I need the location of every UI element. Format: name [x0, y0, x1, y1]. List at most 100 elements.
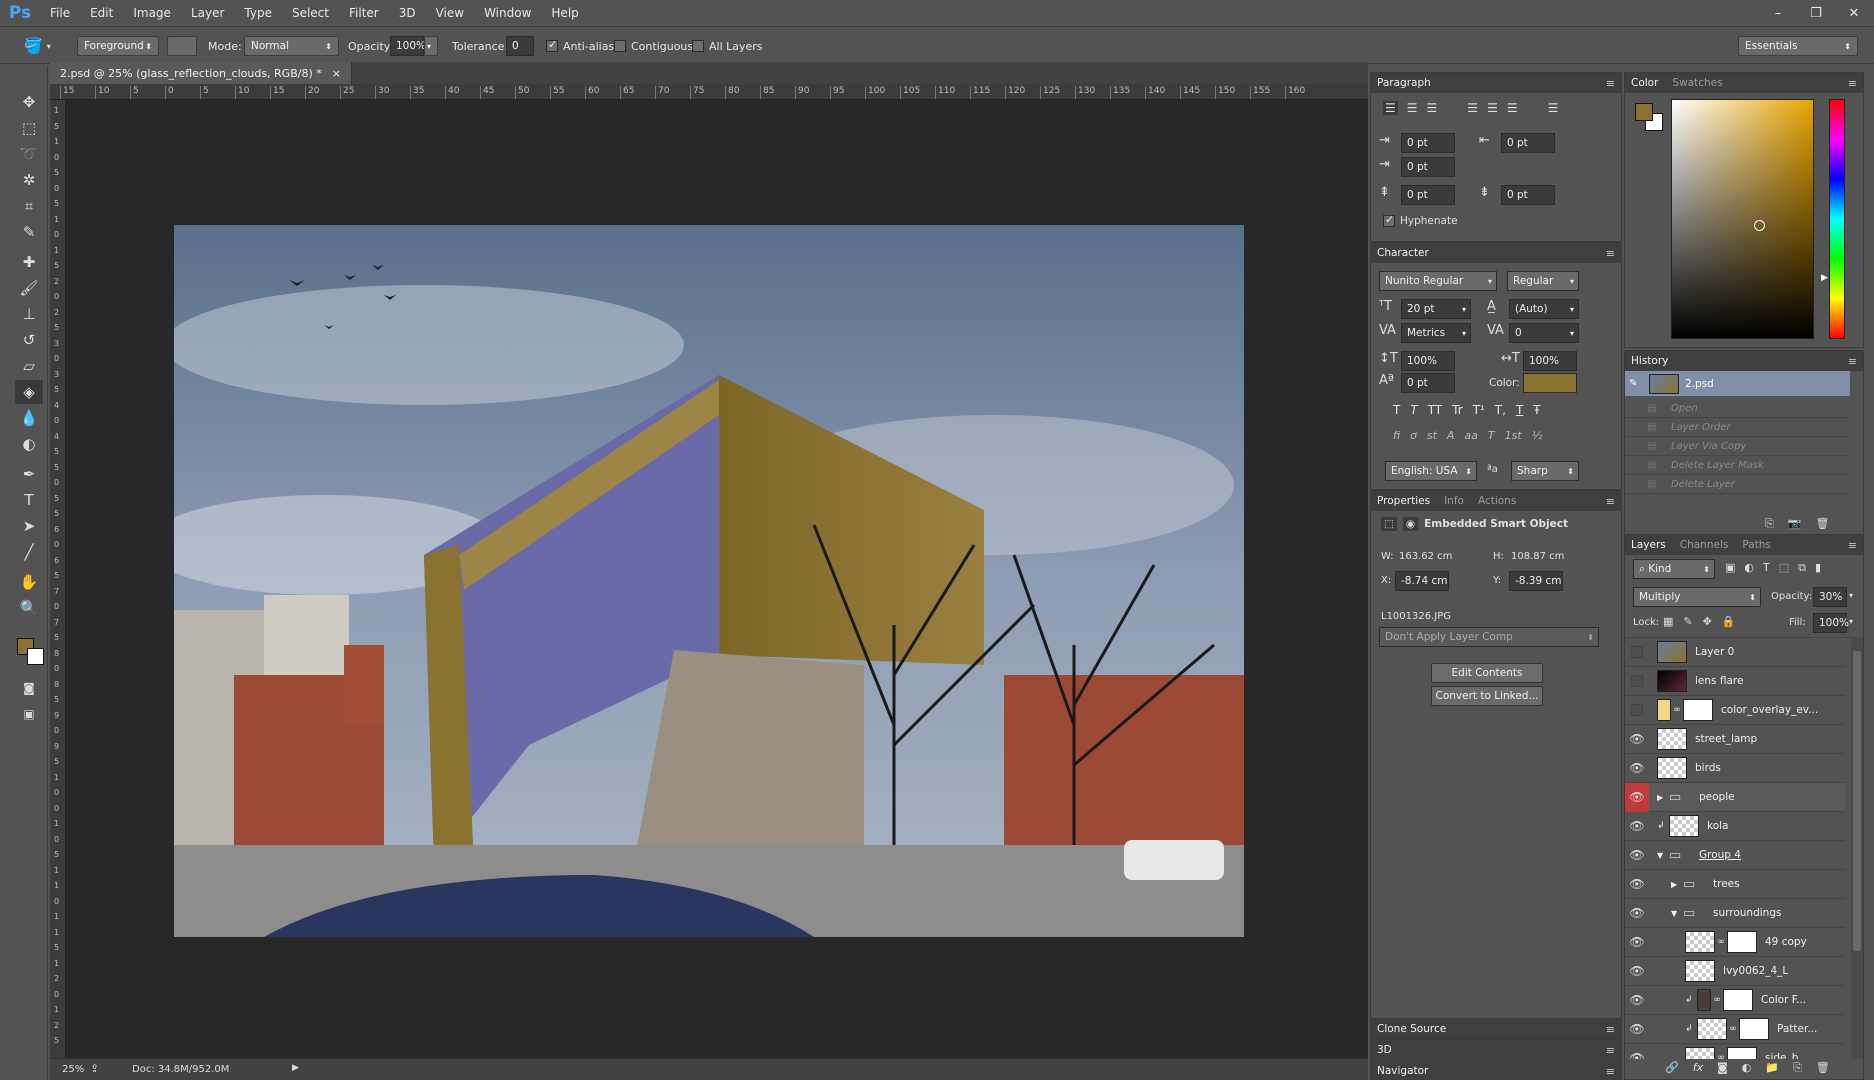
- layer-row[interactable]: 👁 street_lamp: [1625, 725, 1845, 754]
- color-picker-cursor[interactable]: [1754, 220, 1765, 231]
- zoom-level[interactable]: 25%: [62, 1064, 84, 1075]
- layer-filter-select[interactable]: ⌕ Kind ⬍: [1633, 559, 1715, 579]
- discretionary-ligatures-button[interactable]: st: [1427, 429, 1437, 442]
- tab-paths[interactable]: Paths: [1742, 539, 1771, 551]
- visibility-eye-icon[interactable]: 👁: [1625, 819, 1649, 833]
- layer-mask-thumbnail[interactable]: [1727, 931, 1757, 953]
- font-style-select[interactable]: Regular ▾: [1507, 271, 1579, 291]
- adjustment-layer-icon[interactable]: ◐: [1742, 1061, 1752, 1075]
- menu-filter[interactable]: Filter: [339, 0, 389, 27]
- menu-window[interactable]: Window: [474, 0, 541, 27]
- panel-menu-icon[interactable]: ≡: [1606, 495, 1615, 508]
- leading-input[interactable]: (Auto) ▾: [1509, 299, 1579, 319]
- hue-slider-handle-icon[interactable]: ▶: [1821, 273, 1828, 283]
- menu-3d[interactable]: 3D: [389, 0, 426, 27]
- layer-row[interactable]: ∞ color_overlay_ev...: [1625, 696, 1845, 725]
- clone-source-panel[interactable]: Clone Source ≡: [1370, 1018, 1622, 1039]
- workspace-select[interactable]: Essentials ⬍: [1738, 36, 1858, 56]
- visibility-eye-icon[interactable]: [1631, 675, 1643, 687]
- quick-mask-icon[interactable]: ◙: [15, 676, 43, 700]
- filter-smart-object-icon[interactable]: ⧉: [1798, 561, 1806, 575]
- mask-link-icon[interactable]: ∞: [1715, 937, 1727, 947]
- move-tool-icon[interactable]: ✥: [15, 90, 43, 114]
- expanded-arrow-icon[interactable]: ▼: [1671, 909, 1683, 918]
- panel-menu-icon[interactable]: ≡: [1848, 539, 1857, 552]
- layers-scrollbar-thumb[interactable]: [1853, 651, 1861, 951]
- document-tab[interactable]: 2.psd @ 25% (glass_reflection_clouds, RG…: [50, 62, 352, 84]
- panel-menu-icon[interactable]: ≡: [1606, 247, 1615, 260]
- layer-row[interactable]: 👁 ↲ ∞ Patter...: [1625, 1015, 1845, 1044]
- layer-row[interactable]: 👁 ∞ 49 copy: [1625, 928, 1845, 957]
- layer-row[interactable]: 👁 birds: [1625, 754, 1845, 783]
- vertical-scale-input[interactable]: 100%: [1401, 351, 1455, 371]
- crop-tool-icon[interactable]: ⌗: [15, 194, 43, 218]
- visibility-eye-icon[interactable]: 👁: [1625, 906, 1649, 920]
- visibility-eye-icon[interactable]: 👁: [1625, 993, 1649, 1007]
- tab-color[interactable]: Color: [1631, 77, 1658, 89]
- indent-first-line-input[interactable]: 0 pt: [1401, 157, 1455, 177]
- visibility-eye-icon[interactable]: 👁: [1625, 782, 1649, 812]
- canvas-area[interactable]: [66, 100, 1368, 1058]
- strikethrough-button[interactable]: Ŧ: [1533, 403, 1540, 417]
- lock-all-icon[interactable]: 🔒: [1722, 615, 1736, 628]
- visibility-eye-icon[interactable]: 👁: [1625, 848, 1649, 862]
- tolerance-input[interactable]: 0: [506, 36, 534, 56]
- layer-row[interactable]: lens flare: [1625, 667, 1845, 696]
- filter-pixel-icon[interactable]: ▣: [1725, 561, 1735, 575]
- blend-mode-select[interactable]: Multiply ⬍: [1633, 587, 1761, 607]
- history-step[interactable]: ▤ Layer Via Copy: [1625, 437, 1850, 456]
- add-mask-icon[interactable]: ◙: [1717, 1061, 1728, 1075]
- align-left-icon[interactable]: ☰: [1383, 101, 1398, 115]
- width-value[interactable]: 163.62 cm: [1399, 551, 1452, 562]
- titling-button[interactable]: T: [1488, 429, 1495, 442]
- layer-row[interactable]: 👁 ▼ ▭ Group 4: [1625, 841, 1845, 870]
- ordinals-button[interactable]: 1st: [1505, 429, 1522, 442]
- horizontal-scale-input[interactable]: 100%: [1523, 351, 1577, 371]
- layer-style-fx-icon[interactable]: fx: [1693, 1061, 1703, 1075]
- indent-left-input[interactable]: 0 pt: [1401, 133, 1455, 153]
- space-after-input[interactable]: 0 pt: [1501, 185, 1555, 205]
- anti-alias-checkbox[interactable]: Anti-alias: [546, 36, 614, 56]
- history-step[interactable]: ▤ Delete Layer Mask: [1625, 456, 1850, 475]
- eraser-tool-icon[interactable]: ▱: [15, 354, 43, 378]
- history-step[interactable]: ▤ Open: [1625, 399, 1850, 418]
- filter-type-icon[interactable]: T: [1763, 561, 1770, 575]
- lock-position-icon[interactable]: ✥: [1703, 615, 1712, 628]
- menu-select[interactable]: Select: [282, 0, 339, 27]
- pattern-picker[interactable]: [167, 36, 197, 56]
- mode-select[interactable]: Normal ⬍: [244, 36, 339, 56]
- tab-actions[interactable]: Actions: [1478, 495, 1516, 507]
- menu-layer[interactable]: Layer: [181, 0, 234, 27]
- stamp-tool-icon[interactable]: ⊥: [15, 302, 43, 326]
- panel-menu-icon[interactable]: ≡: [1606, 1044, 1615, 1057]
- space-before-input[interactable]: 0 pt: [1401, 185, 1455, 205]
- menu-image[interactable]: Image: [123, 0, 181, 27]
- edit-contents-button[interactable]: Edit Contents: [1431, 663, 1543, 683]
- faux-bold-button[interactable]: T: [1393, 403, 1400, 417]
- collapsed-arrow-icon[interactable]: ▶: [1657, 793, 1669, 802]
- all-layers-checkbox[interactable]: All Layers: [692, 36, 763, 56]
- delete-state-icon[interactable]: 🗑: [1816, 517, 1830, 531]
- mask-link-icon[interactable]: ∞: [1715, 1053, 1727, 1059]
- new-layer-icon[interactable]: ⎘: [1793, 1061, 1802, 1075]
- justify-all-icon[interactable]: ☰: [1548, 101, 1559, 115]
- delete-layer-icon[interactable]: 🗑: [1816, 1061, 1830, 1075]
- pen-tool-icon[interactable]: ✒: [15, 462, 43, 486]
- mask-link-icon[interactable]: ∞: [1727, 1024, 1739, 1034]
- layer-mask-thumbnail[interactable]: [1739, 1018, 1769, 1040]
- kerning-input[interactable]: Metrics ▾: [1401, 323, 1471, 343]
- visibility-eye-icon[interactable]: 👁: [1625, 964, 1649, 978]
- export-icon[interactable]: ⇪: [90, 1062, 99, 1075]
- layer-row[interactable]: 👁 ↲ kola: [1625, 812, 1845, 841]
- eyedropper-tool-icon[interactable]: ✎: [15, 220, 43, 244]
- font-family-select[interactable]: Nunito Regular ▾: [1379, 271, 1497, 291]
- layer-row[interactable]: 👁 ▶ ▭ people: [1625, 782, 1845, 812]
- ligatures-button[interactable]: fi: [1393, 429, 1400, 442]
- fill-dropdown-icon[interactable]: ▾: [1849, 617, 1853, 626]
- layer-row[interactable]: Layer 0: [1625, 638, 1845, 667]
- stylistic-alternates-button[interactable]: aa: [1464, 429, 1477, 442]
- align-right-icon[interactable]: ☰: [1427, 101, 1438, 115]
- underline-button[interactable]: T: [1516, 403, 1523, 417]
- visibility-eye-icon[interactable]: 👁: [1625, 761, 1649, 775]
- hand-tool-icon[interactable]: ✋: [15, 570, 43, 594]
